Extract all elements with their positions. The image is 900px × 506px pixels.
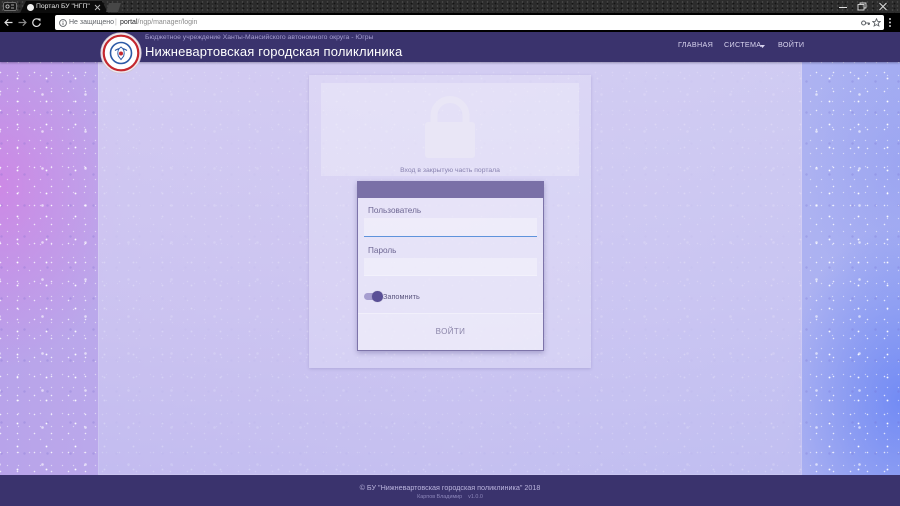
- nav-home[interactable]: ГЛАВНАЯ: [678, 41, 713, 49]
- nav-system-label: СИСТЕМА: [724, 40, 762, 49]
- remember-toggle[interactable]: [364, 290, 384, 302]
- site-title[interactable]: Нижневартовская городская поликлиника: [145, 44, 402, 59]
- username-input[interactable]: [364, 218, 537, 237]
- window-menu-icon[interactable]: [3, 2, 17, 11]
- nav-home-label: ГЛАВНАЯ: [678, 40, 714, 49]
- address-bar[interactable]: Не защищено | portal/ngp/manager/login: [55, 15, 884, 30]
- restore-icon[interactable]: [857, 2, 867, 11]
- new-tab-icon[interactable]: [106, 3, 121, 12]
- tab-close-icon[interactable]: [94, 4, 101, 11]
- tab-title: Портал БУ "НГП": [36, 2, 90, 10]
- lock-panel: Вход в закрытую часть портала: [321, 83, 579, 176]
- browser-tab[interactable]: Портал БУ "НГП": [20, 1, 108, 13]
- page-favicon-icon: [27, 3, 34, 11]
- toggle-knob: [372, 291, 383, 302]
- window-close-icon[interactable]: [878, 2, 888, 11]
- nav-system-dropdown[interactable]: СИСТЕМА: [724, 41, 761, 49]
- footer-author: Карпов Владимир: [417, 494, 463, 500]
- footer-version: v1.0.0: [468, 494, 483, 500]
- info-icon[interactable]: [59, 18, 67, 27]
- nav-login-label: ВОЙТИ: [778, 40, 805, 49]
- back-arrow-icon[interactable]: [3, 17, 14, 28]
- omnibox-separator: |: [115, 19, 117, 26]
- url-path: /ngp/manager/login: [137, 19, 198, 26]
- security-label[interactable]: Не защищено: [69, 18, 114, 27]
- site-footer: © БУ "Нижневартовская городская поликлин…: [0, 475, 900, 506]
- more-vert-icon[interactable]: [888, 17, 892, 28]
- login-submit-label: ВОЙТИ: [435, 327, 466, 336]
- login-submit-button[interactable]: ВОЙТИ: [358, 313, 543, 350]
- forward-arrow-icon[interactable]: [17, 17, 28, 28]
- minimize-icon[interactable]: [838, 2, 848, 11]
- nav-login[interactable]: ВОЙТИ: [778, 41, 804, 49]
- star-icon[interactable]: [872, 18, 881, 27]
- caret-down-icon[interactable]: [760, 44, 765, 48]
- lock-caption: Вход в закрытую часть портала: [400, 167, 500, 174]
- site-subtitle: Бюджетное учреждение Ханты-Мансийского а…: [145, 33, 374, 41]
- footer-credits: Карпов Владимир v1.0.0: [0, 494, 900, 500]
- reload-icon[interactable]: [31, 17, 42, 28]
- password-input[interactable]: [364, 258, 537, 276]
- remember-label[interactable]: Запомнить: [383, 292, 420, 301]
- key-icon[interactable]: [861, 19, 870, 27]
- username-label: Пользователь: [368, 206, 422, 215]
- url-host: portal: [120, 19, 138, 26]
- password-label: Пароль: [368, 246, 397, 255]
- clinic-emblem-icon[interactable]: [100, 32, 142, 74]
- footer-copyright: © БУ "Нижневартовская городская поликлин…: [359, 483, 541, 492]
- form-header-bar: [357, 181, 544, 198]
- browser-tab-strip: Портал БУ "НГП": [0, 0, 900, 13]
- login-form: Пользователь Пароль Запомнить ВОЙТИ: [357, 181, 544, 351]
- padlock-icon: [425, 96, 475, 158]
- url-text[interactable]: portal/ngp/manager/login: [120, 18, 197, 27]
